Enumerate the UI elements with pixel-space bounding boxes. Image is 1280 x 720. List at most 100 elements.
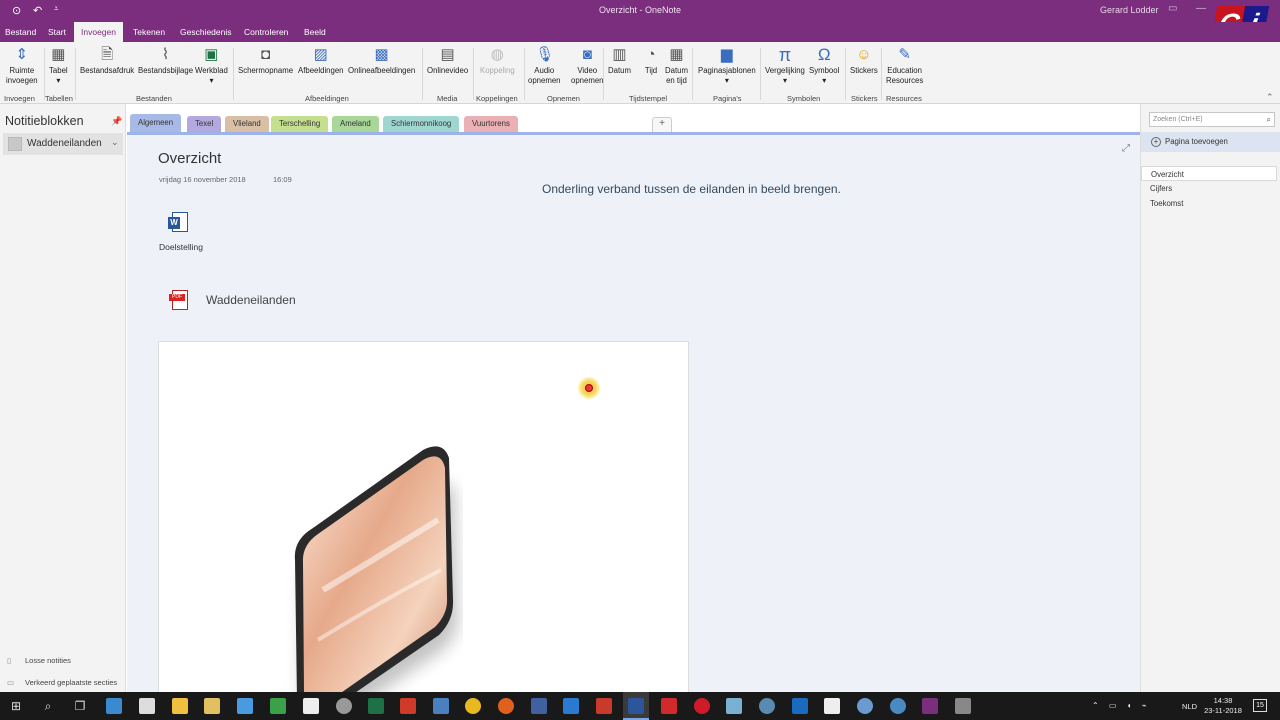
page-item-cijfers[interactable]: Cijfers (1141, 181, 1277, 196)
record-video-button[interactable]: ◙ Video opnemen (571, 46, 604, 86)
user-name[interactable]: Gerard Lodder (1100, 5, 1159, 15)
tab-bestand[interactable]: Bestand (0, 22, 41, 42)
app-icon-5[interactable] (759, 698, 775, 714)
ribbon-display-icon[interactable]: ▭ (1168, 3, 1177, 14)
acrobat-icon[interactable] (400, 698, 416, 714)
onenote-icon[interactable] (922, 698, 938, 714)
date-time-button[interactable]: ▦ Datum en tijd (665, 46, 688, 86)
group-label-media: Media (437, 94, 458, 103)
table-icon: ▦ (51, 46, 66, 63)
screen-app-icon[interactable] (433, 698, 449, 714)
app-icon-8[interactable] (955, 698, 971, 714)
section-tab-ameland[interactable]: Ameland (332, 116, 379, 132)
expand-icon[interactable]: ⤢ (1122, 143, 1130, 154)
page-title[interactable]: Overzicht (158, 150, 221, 167)
notepad-icon[interactable] (303, 698, 319, 714)
chevron-down-icon[interactable]: ⌄ (111, 137, 119, 148)
tab-invoegen[interactable]: Invoegen (74, 22, 123, 42)
language-indicator[interactable]: NLD (1182, 702, 1197, 711)
firefox-icon[interactable] (498, 698, 514, 714)
online-video-button[interactable]: ▤ Onlinevideo (427, 46, 468, 76)
pin-icon[interactable]: 📌 (111, 116, 122, 127)
attachment-label-pdf[interactable]: Waddeneilanden (206, 293, 296, 307)
word-document-icon[interactable]: W (168, 212, 188, 232)
education-resources-button[interactable]: ✎ Education Resources (886, 46, 923, 86)
minimize-icon[interactable]: — (1196, 3, 1206, 14)
attachment-label-word[interactable]: Doelstelling (159, 242, 203, 252)
stickers-button[interactable]: ☺ Stickers (850, 46, 878, 76)
outlook-icon[interactable] (792, 698, 808, 714)
edge-icon[interactable] (563, 698, 579, 714)
windows-start-icon[interactable]: ⊞ (8, 698, 24, 714)
mail-icon[interactable] (824, 698, 840, 714)
table-button[interactable]: ▦ Tabel ▾ (49, 46, 68, 86)
tab-tekenen[interactable]: Tekenen (128, 22, 170, 42)
online-pictures-button[interactable]: ▩ Onlineafbeeldingen (348, 46, 415, 76)
tab-start[interactable]: Start (43, 22, 71, 42)
section-tab-terschelling[interactable]: Terschelling (271, 116, 329, 132)
chrome-icon[interactable] (465, 698, 481, 714)
clock[interactable]: 14:38 23-11-2018 (1200, 696, 1246, 716)
symbol-button[interactable]: Ω Symbool ▾ (809, 46, 839, 86)
section-tab-vlieland[interactable]: Vlieland (225, 116, 269, 132)
time-button[interactable]: ◔ Tijd (642, 46, 660, 76)
task-view-icon[interactable]: ❐ (72, 698, 88, 714)
tab-beeld[interactable]: Beeld (299, 22, 331, 42)
add-page-button[interactable]: + Pagina toevoegen (1141, 132, 1280, 152)
screen-clipping-button[interactable]: ◘ Schermopname (238, 46, 293, 76)
taskbar: ⊞ ⌕ ❐ ⌃ ▭ ◖ ⌁ NLD 14:38 23-11-2018 15 (0, 692, 1280, 720)
quick-notes-link[interactable]: ▯ Losse notities (7, 656, 71, 665)
file-printout-image[interactable] (158, 341, 689, 692)
section-tab-schiermonnikoog[interactable]: Schiermonnikoog (383, 116, 460, 132)
app-icon-7[interactable] (890, 698, 906, 714)
search-icon[interactable]: ⌕ (40, 698, 56, 714)
misplaced-sections-link[interactable]: ▭ Verkeerd geplaatste secties (7, 678, 117, 687)
file-printout-button[interactable]: 🗎 Bestandsafdruk (80, 46, 134, 76)
record-audio-button[interactable]: 🎙 Audio opnemen (528, 46, 561, 86)
excel-icon[interactable] (368, 698, 384, 714)
spreadsheet-button[interactable]: ▣ Werkblad ▾ (195, 46, 228, 86)
app-icon-3[interactable] (661, 698, 677, 714)
section-tab-algemeen[interactable]: Algemeen (130, 114, 182, 132)
tab-controleren[interactable]: Controleren (239, 22, 293, 42)
cursor-highlight (578, 377, 600, 399)
powerpoint-icon[interactable] (596, 698, 612, 714)
page-item-toekomst[interactable]: Toekomst (1141, 196, 1277, 211)
app-icon-2[interactable] (531, 698, 547, 714)
app-icon-4[interactable] (726, 698, 742, 714)
notification-icon[interactable]: 15 (1253, 699, 1267, 712)
tab-geschiedenis[interactable]: Geschiedenis (175, 22, 237, 42)
group-label-koppelingen: Koppelingen (476, 94, 518, 103)
app-icon[interactable] (336, 698, 352, 714)
word-icon[interactable] (628, 698, 644, 714)
section-tab-vuurtorens[interactable]: Vuurtorens (464, 116, 518, 132)
search-input[interactable]: Zoeken (Ctrl+E) ⌕ (1149, 112, 1275, 127)
document-icon[interactable] (139, 698, 155, 714)
file-attachment-button[interactable]: ⌇ Bestandsbijlage (138, 46, 193, 76)
section-tab-texel[interactable]: Texel (187, 116, 222, 132)
add-section-button[interactable]: + (652, 117, 672, 132)
date-button[interactable]: ▥ Datum (608, 46, 631, 76)
pdf-icon[interactable]: PDF (169, 290, 188, 310)
system-tray-icons[interactable]: ⌃ ▭ ◖ ⌁ (1092, 701, 1151, 710)
notebook-selector[interactable]: Waddeneilanden ⌄ (3, 133, 123, 155)
group-label-paginas: Pagina's (713, 94, 742, 103)
page-templates-button[interactable]: ▆ Paginasjablonen ▾ (698, 46, 756, 86)
pen-app-icon[interactable] (237, 698, 253, 714)
app-icon-6[interactable] (857, 698, 873, 714)
collapse-ribbon-icon[interactable]: ⌃ (1266, 92, 1274, 103)
page-canvas[interactable]: Overzicht vrijdag 16 november 2018 16:09… (127, 132, 1140, 692)
page-item-overzicht[interactable]: Overzicht (1141, 166, 1277, 181)
pi-icon: π (778, 45, 792, 65)
page-headline[interactable]: Onderling verband tussen de eilanden in … (542, 182, 841, 196)
insert-space-button[interactable]: ⇕ Ruimte invoegen (6, 46, 38, 86)
pictures-button[interactable]: ▨ Afbeeldingen (298, 46, 344, 76)
camtasia-icon[interactable] (270, 698, 286, 714)
opera-icon[interactable] (694, 698, 710, 714)
file-explorer-icon[interactable] (172, 698, 188, 714)
search-icon[interactable]: ⌕ (1267, 113, 1271, 126)
equation-button[interactable]: π Vergelijking ▾ (765, 46, 805, 86)
folder-icon[interactable] (204, 698, 220, 714)
link-button[interactable]: ◍ Koppeling (480, 46, 515, 76)
store-icon[interactable] (106, 698, 122, 714)
